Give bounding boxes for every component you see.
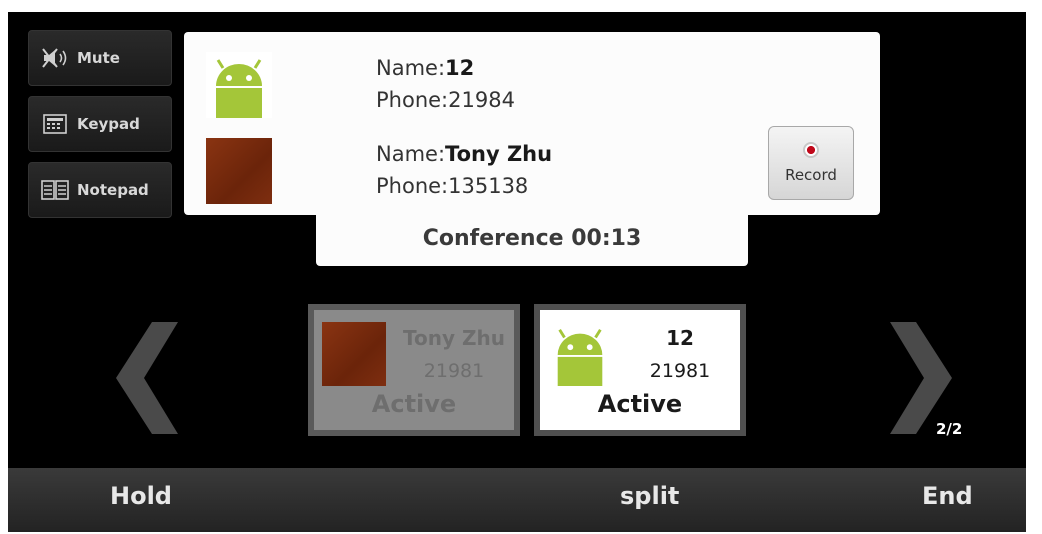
participant-2-phone: Phone:135138: [376, 174, 529, 198]
record-button[interactable]: Record: [768, 126, 854, 200]
page-indicator: 2/2: [936, 420, 963, 438]
chevron-left-icon[interactable]: [108, 320, 186, 440]
keypad-label: Keypad: [77, 115, 140, 133]
conference-status: Conference 00:13: [316, 210, 748, 266]
split-button[interactable]: split: [620, 482, 679, 510]
participant-1-name: Name:12: [376, 56, 475, 80]
contact-photo: [206, 138, 272, 204]
softkey-bar: Hold split End: [8, 468, 1026, 532]
call-name: Tony Zhu: [403, 326, 505, 350]
record-label: Record: [785, 166, 837, 184]
hold-button[interactable]: Hold: [110, 482, 172, 510]
notepad-label: Notepad: [77, 181, 149, 199]
call-card-12[interactable]: 12 21981 Active: [534, 304, 746, 436]
notepad-icon: [41, 179, 69, 201]
end-call-button[interactable]: End: [922, 482, 973, 510]
call-status: Active: [597, 390, 683, 418]
participant-1-phone: Phone:21984: [376, 88, 515, 112]
mute-label: Mute: [77, 49, 120, 67]
call-number: 21981: [423, 360, 485, 382]
conference-panel: Name:12 Phone:21984 Name:Tony Zhu Phone:…: [184, 32, 880, 215]
contact-photo: [322, 322, 386, 386]
call-status: Active: [371, 390, 457, 418]
call-name: 12: [666, 326, 694, 350]
call-screen: Mute Keypad Notepad Name:12 Phone:21984 …: [8, 12, 1026, 532]
call-number: 21981: [649, 360, 711, 382]
mute-button[interactable]: Mute: [28, 30, 172, 86]
speaker-muted-icon: [41, 47, 69, 69]
android-avatar-icon: [548, 322, 612, 386]
keypad-icon: [41, 113, 69, 135]
participant-2-name: Name:Tony Zhu: [376, 142, 553, 166]
call-card-tony-zhu[interactable]: Tony Zhu 21981 Active: [308, 304, 520, 436]
keypad-button[interactable]: Keypad: [28, 96, 172, 152]
notepad-button[interactable]: Notepad: [28, 162, 172, 218]
record-icon: [803, 142, 819, 158]
android-avatar-icon: [206, 52, 272, 118]
